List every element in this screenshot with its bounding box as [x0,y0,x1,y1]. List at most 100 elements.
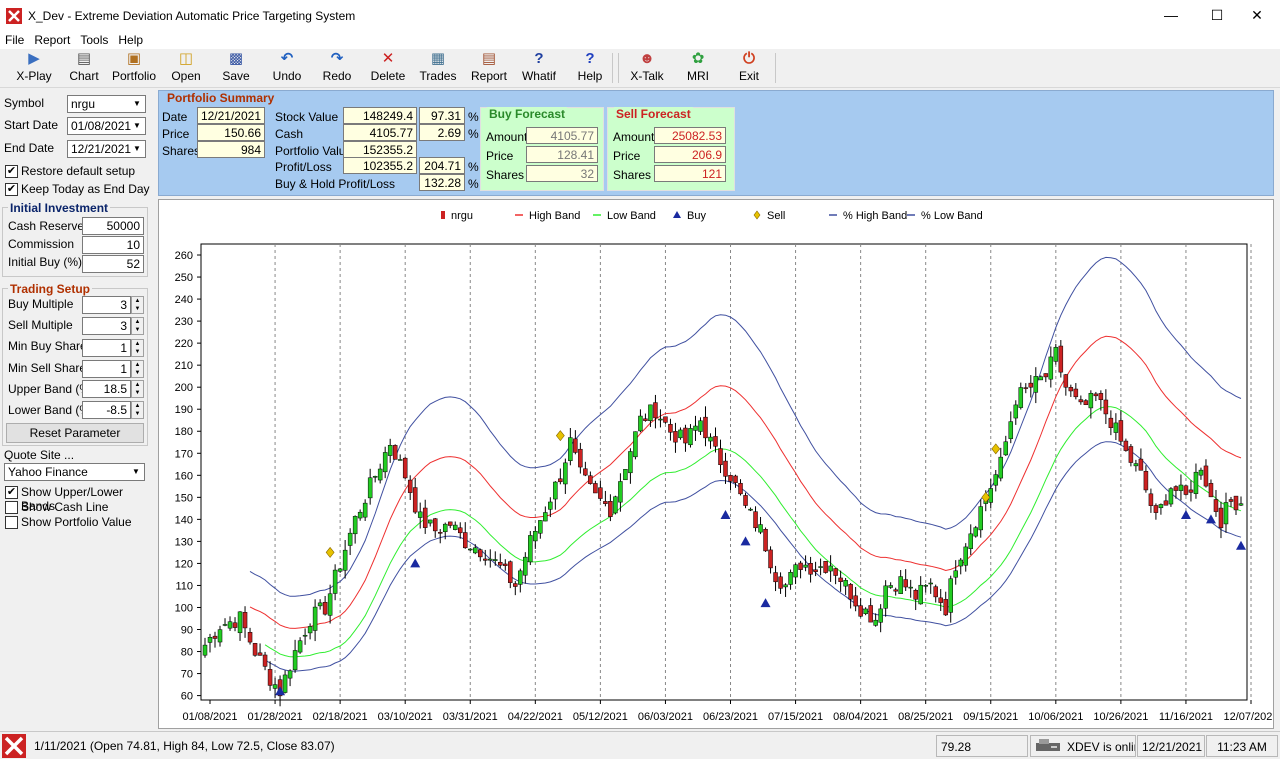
candle-body [217,629,223,643]
initial-buy-input[interactable]: 52 [82,255,144,273]
candle-body [488,558,493,561]
redo-button[interactable]: ↷ Redo [309,51,365,87]
candle-body [312,606,318,631]
xtalk-button[interactable]: ☻ X-Talk [619,51,675,87]
lower-band-input[interactable]: -8.5 [82,401,131,419]
xplay-button[interactable]: ▶ X-Play [6,51,62,87]
minimize-button[interactable]: — [1148,0,1194,31]
help-button[interactable]: ? Help [562,51,618,87]
exit-button[interactable]: ⏻ Exit [721,51,777,87]
menu-help[interactable]: Help [113,31,148,47]
candle-body [953,570,958,578]
candle-body [783,584,788,588]
end-date-picker[interactable]: 12/21/2021 ▼ [67,140,146,158]
y-tick-label: 240 [175,294,193,306]
show-portfolio-value-checkbox[interactable] [5,516,18,529]
date-label: Date [162,110,188,124]
symbol-select[interactable]: nrgu ▼ [67,95,146,113]
candle-body [758,524,763,533]
menu-tools[interactable]: Tools [75,31,113,47]
legend-swatch [753,210,761,220]
show-cash-line-checkbox[interactable] [5,501,18,514]
candle-body [868,605,873,623]
cash-percent: 2.69 [419,124,465,141]
candle-body [528,535,533,563]
checkmark-icon: ✔ [6,183,17,195]
undo-button[interactable]: ↶ Undo [259,51,315,87]
candle-body [818,566,823,568]
toolbar-label: Undo [272,69,302,83]
commission-input[interactable]: 10 [82,236,144,254]
mri-button[interactable]: ✿ MRI [670,51,726,87]
upper-band-spinner[interactable]: ▲ ▼ [131,380,144,398]
price-chart[interactable]: 60 70 80 90 100 110 120 130 140 150 160 170 180 190 20… [158,199,1279,729]
start-date-picker[interactable]: 01/08/2021 ▼ [67,117,146,135]
reset-parameter-button[interactable]: Reset Parameter [6,423,144,443]
close-button[interactable]: ✕ [1234,0,1280,31]
min-sell-shares-input[interactable]: 1 [82,360,131,378]
cash-reserved-input[interactable]: 50000 [82,217,144,235]
delete-button[interactable]: ✕ Delete [360,51,416,87]
whatif-button[interactable]: ? Whatif [511,51,567,87]
candle-body [287,670,293,679]
toolbar-separator [775,53,776,83]
sell-multiple-input[interactable]: 3 [82,317,131,335]
toolbar-label: Portfolio [111,69,157,83]
buy-multiple-input[interactable]: 3 [82,296,131,314]
y-tick-label: 120 [175,558,193,570]
x-tick-label: 07/15/2021 [768,711,823,723]
buy-hold-label: Buy & Hold Profit/Loss [275,177,396,191]
quote-site-link[interactable]: Quote Site ... [4,448,74,462]
candle-body [753,511,758,529]
candle-body [1143,470,1149,491]
candle-body [237,611,243,634]
x-tick-label: 12/07/2021 [1223,711,1273,723]
toolbar-label: Report [470,69,508,83]
candle-body [457,527,463,534]
x-tick-label: 02/18/2021 [313,711,368,723]
connection-icon [1036,739,1060,751]
candle-body [648,404,653,421]
sell-multiple-spinner[interactable]: ▲ ▼ [131,317,144,335]
candle-body [1193,471,1199,494]
toolbar-label: X-Play [16,69,52,83]
restore-default-checkbox[interactable]: ✔ [5,165,18,178]
min-sell-shares-spinner[interactable]: ▲ ▼ [131,360,144,378]
candle-body [668,424,673,433]
candle-body [297,640,303,653]
buy-multiple-spinner[interactable]: ▲ ▼ [131,296,144,314]
y-tick-label: 100 [175,602,193,614]
portfolio-button[interactable]: ▣ Portfolio [106,51,162,87]
candle-body [1088,392,1094,409]
candle-body [427,519,433,524]
app-logo-icon [2,734,26,758]
sell-price-label: Price [613,149,641,163]
lower-band-spinner[interactable]: ▲ ▼ [131,401,144,419]
candle-body [222,624,228,626]
y-tick-label: 230 [175,316,193,328]
legend-label: % High Band [843,210,907,222]
save-button[interactable]: ▩ Save [208,51,264,87]
chart-button[interactable]: ▤ Chart [56,51,112,87]
menu-file[interactable]: File [0,31,29,47]
min-buy-shares-input[interactable]: 1 [82,339,131,357]
menu-report[interactable]: Report [29,31,75,47]
percent-sign: % [468,177,479,191]
candle-body [738,483,743,495]
open-button[interactable]: ◫ Open [158,51,214,87]
candle-body [883,585,888,609]
upper-band-input[interactable]: 18.5 [82,380,131,398]
min-buy-shares-spinner[interactable]: ▲ ▼ [131,339,144,357]
quote-site-select[interactable]: Yahoo Finance ▼ [4,463,145,481]
trades-button[interactable]: ▦ Trades [410,51,466,87]
price-chart-svg[interactable]: 60 70 80 90 100 110 120 130 140 150 160 170 180 190 20… [159,200,1279,728]
y-tick-label: 130 [175,536,193,548]
symbol-label: Symbol [4,96,45,110]
open-icon: ◫ [178,50,194,67]
status-value: 79.28 [936,735,1028,757]
candle-body [347,532,353,546]
candle-body [1028,382,1034,388]
show-bands-checkbox[interactable]: ✔ [5,486,18,499]
keep-today-checkbox[interactable]: ✔ [5,183,18,196]
report-button[interactable]: ▤ Report [461,51,517,87]
